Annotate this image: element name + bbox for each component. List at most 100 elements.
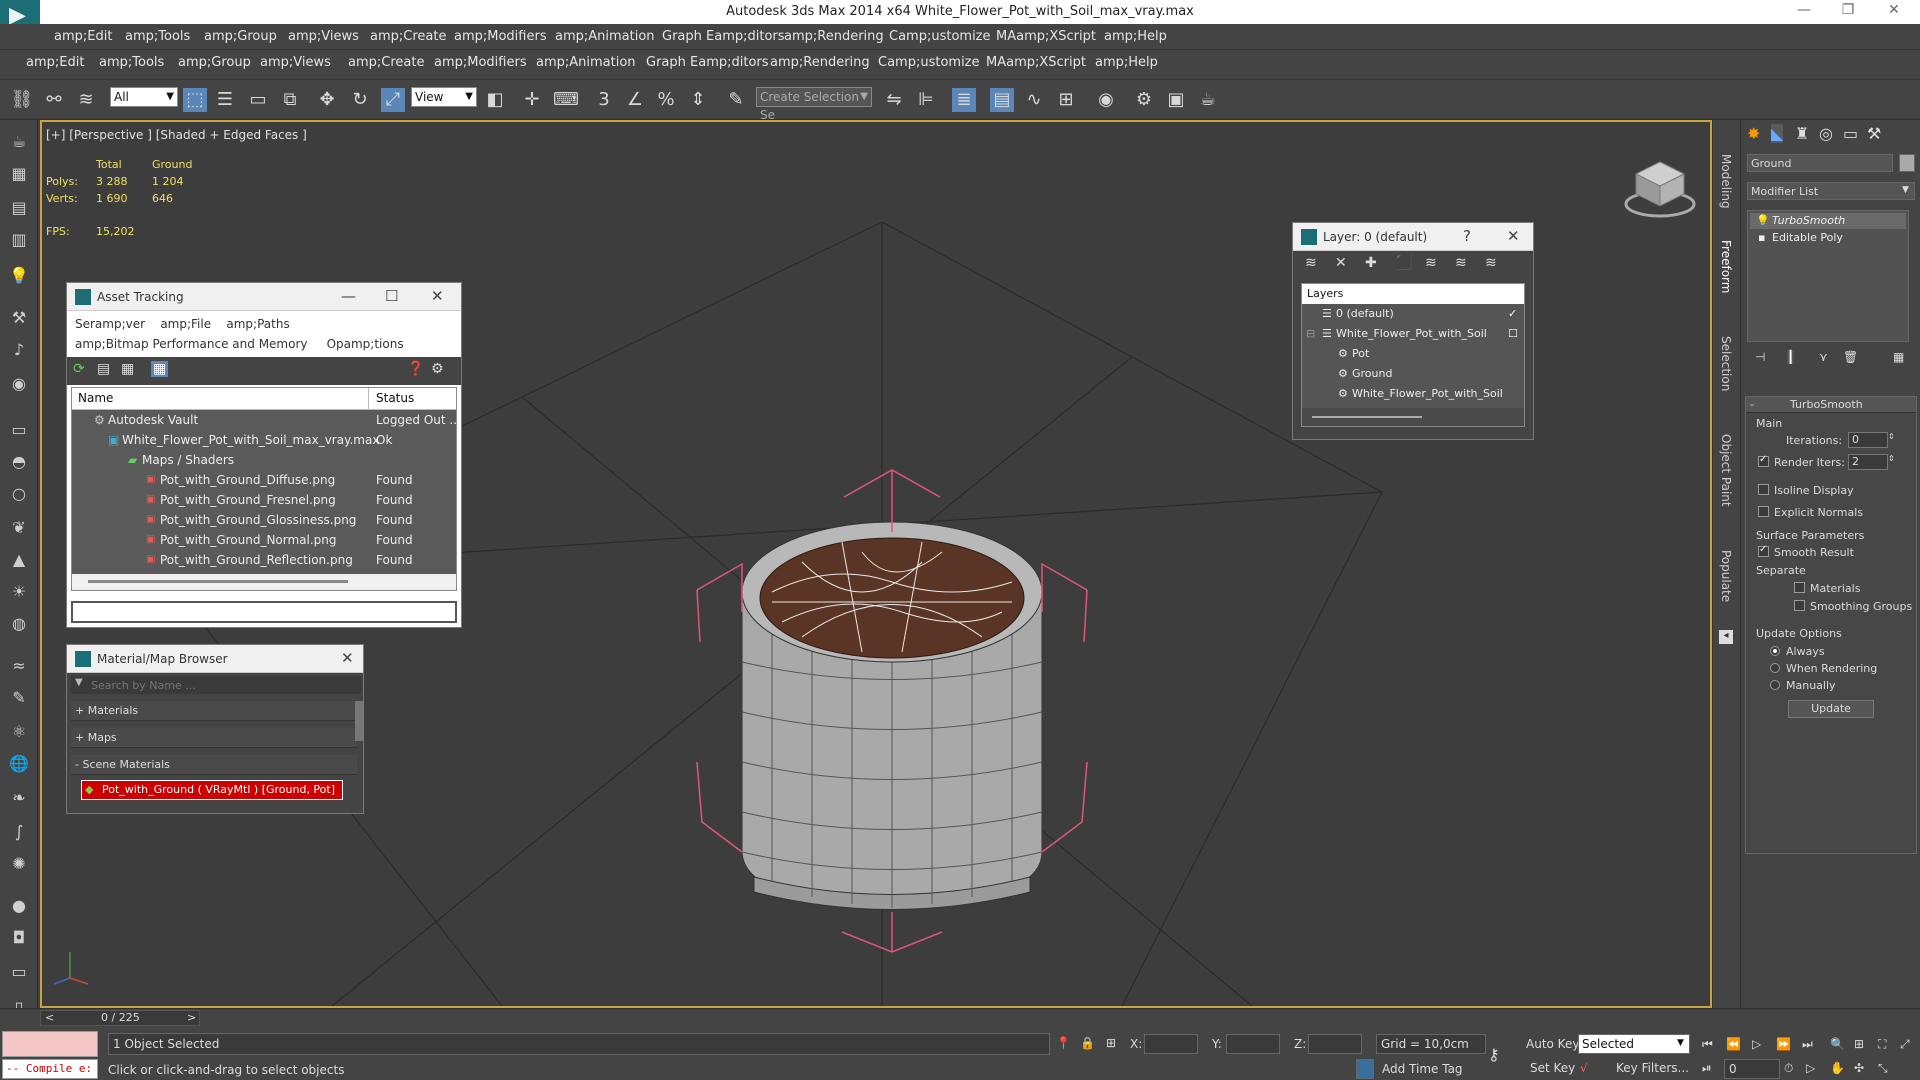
menu-item[interactable]: amp;Group [178,55,251,70]
menu-item[interactable]: amp;Animation [536,55,636,70]
ribbon-toggle-icon[interactable]: ▤ [990,88,1014,112]
z-coord-field[interactable] [1308,1034,1362,1054]
menu-item[interactable]: amp;Create [370,29,446,44]
paint-icon[interactable]: ✎ [7,686,31,710]
table-row[interactable]: ▣ Pot_with_Ground_Fresnel.png Found [72,490,456,510]
hierarchy-tab-icon[interactable]: ♜ [1795,124,1809,143]
angle-snap-icon[interactable]: ∠ [623,88,647,112]
configure-sets-icon[interactable]: ▦ [1893,350,1904,364]
menu-item[interactable]: amp;Views [260,55,331,70]
table-view-icon[interactable]: ▦ [151,361,169,377]
layer-manager-icon[interactable]: ≣ [952,88,976,112]
explicit-normals-checkbox[interactable] [1758,506,1769,517]
tools-icon[interactable]: ⚒ [7,306,31,330]
render-icon[interactable]: ▦ [7,162,31,186]
tab-selection[interactable]: Selection [1719,336,1733,391]
selection-filter-dropdown[interactable]: All ▼ [110,87,178,107]
schematic-view-icon[interactable]: ⊞ [1054,88,1078,112]
menu-item[interactable]: Seramp;ver [75,317,145,331]
isolate-icon[interactable]: 📍 [1056,1036,1071,1050]
asset-path-field[interactable] [71,601,457,623]
edit-named-sets-icon[interactable]: ✎ [724,88,748,112]
rotate-icon[interactable]: ↻ [348,88,372,112]
modifier-list-dropdown[interactable]: Modifier List ▼ [1747,182,1915,200]
highlight-layer-icon[interactable]: ≋ [1425,255,1437,271]
time-config-icon[interactable]: ⏱ [1784,1061,1793,1076]
menu-item[interactable]: amp;Create [348,55,424,70]
scrollbar-thumb[interactable] [88,580,348,583]
layer-row[interactable]: ⚙ Ground [1302,364,1524,384]
new-layer-icon[interactable]: ≋ [1305,255,1317,271]
help-icon[interactable]: ❓ [407,361,424,377]
orbit-icon[interactable]: ✣ [1854,1061,1864,1075]
leaf-icon[interactable]: ❧ [7,786,31,810]
move-icon[interactable]: ✥ [315,88,339,112]
group-materials[interactable]: + Materials [71,701,357,721]
menu-item[interactable]: amp;Rendering [784,29,884,44]
maximize-icon[interactable]: ☐ [385,287,398,305]
menu-item[interactable]: amp;Modifiers [454,29,547,44]
key-filters-button[interactable]: Key Filters... [1616,1061,1689,1075]
slider-prev-icon[interactable]: < [45,1011,54,1024]
key-mode-dropdown[interactable]: Selected ▼ [1578,1034,1690,1054]
unlink-icon[interactable]: ⚯ [42,88,66,112]
x-coord-field[interactable] [1144,1034,1198,1054]
absolute-mode-icon[interactable]: ⊞ [1106,1036,1116,1050]
scale-icon[interactable]: ⤢ [381,88,405,112]
dome-icon[interactable]: ◓ [7,450,31,474]
sound-icon[interactable]: ♪ [7,338,31,362]
viewport-label[interactable]: [+] [Perspective ] [Shaded + Edged Faces… [46,128,307,142]
auto-key-button[interactable]: Auto Key [1526,1037,1579,1051]
key-icon[interactable]: ⚷ [1488,1045,1500,1064]
zoom-icon[interactable]: 🔍 [1830,1037,1845,1051]
table-row[interactable]: ▣ Pot_with_Ground_Diffuse.png Found [72,470,456,490]
minimize-icon[interactable]: — [1785,2,1823,22]
zoom-extents-icon[interactable]: ⛶ [1878,1037,1886,1052]
pin-stack-icon[interactable]: ⊣ [1755,350,1765,364]
maxscript-listener[interactable] [2,1031,98,1057]
current-frame-field[interactable]: 0 [1724,1059,1780,1079]
spinner-arrows-icon[interactable]: ⇕ [1888,454,1895,463]
menu-item[interactable]: amp;Modifiers [434,55,527,70]
field-of-view-icon[interactable]: ▷ [1806,1061,1815,1075]
refresh-icon[interactable]: ⟳ [73,361,85,377]
menu-item[interactable]: amp;File [160,317,211,331]
globe-icon[interactable]: 🌐 [7,752,31,776]
tab-freeform[interactable]: Freeform [1719,240,1733,293]
settings-icon[interactable]: ⚙ [431,361,444,377]
close-icon[interactable]: ✕ [1507,227,1520,245]
goto-start-icon[interactable]: ⏮ [1702,1037,1713,1052]
select-layer-icon[interactable]: ⬛ [1395,255,1412,271]
chevron-down-icon[interactable]: ▼ [75,677,83,688]
layer-row[interactable]: ⊟ ☰ White_Flower_Pot_with_Soil ☐ [1302,324,1524,344]
utilities-tab-icon[interactable]: ⚒ [1867,124,1881,143]
ref-coord-dropdown[interactable]: View ▼ [411,87,477,107]
menu-item[interactable]: amp;Edit [26,55,84,70]
group-maps[interactable]: + Maps [71,728,357,748]
slider-next-icon[interactable]: > [187,1011,196,1024]
menu-item[interactable]: amp;Rendering [770,55,870,70]
scrollbar-thumb[interactable] [1312,416,1422,418]
smooth-result-checkbox[interactable] [1758,544,1769,557]
menu-item[interactable]: MAamp;XScript [996,29,1096,44]
key-mode-icon[interactable]: ⏯ [1702,1061,1712,1076]
show-end-result-icon[interactable]: ┃ [1787,350,1795,364]
horizontal-scrollbar[interactable] [1302,408,1524,426]
min-max-toggle-icon[interactable]: ⤡ [1878,1061,1888,1076]
list-view-icon[interactable]: ▤ [97,361,110,377]
texture-icon[interactable]: ✺ [7,852,31,876]
render-iters-spinner[interactable]: 2 [1848,454,1888,470]
isoline-checkbox[interactable] [1758,484,1769,495]
collapse-ribbon-icon[interactable]: ◂ [1719,630,1733,644]
freeze-all-icon[interactable]: ≋ [1485,255,1497,271]
select-object-icon[interactable]: ⬚ [183,88,207,112]
tab-modeling[interactable]: Modeling [1719,154,1733,209]
group-scene-materials[interactable]: - Scene Materials [71,755,357,775]
prev-frame-icon[interactable]: ⏪ [1726,1037,1741,1051]
motion-tab-icon[interactable]: ◎ [1819,124,1833,143]
mirror-icon[interactable]: ⇋ [882,88,906,112]
next-frame-icon[interactable]: ⏩ [1776,1037,1791,1051]
pan-icon[interactable]: ✋ [1830,1061,1845,1075]
menu-item[interactable]: amp;Bitmap Performance and Memory [75,337,308,351]
teapot-icon[interactable]: ☕ [7,130,31,154]
